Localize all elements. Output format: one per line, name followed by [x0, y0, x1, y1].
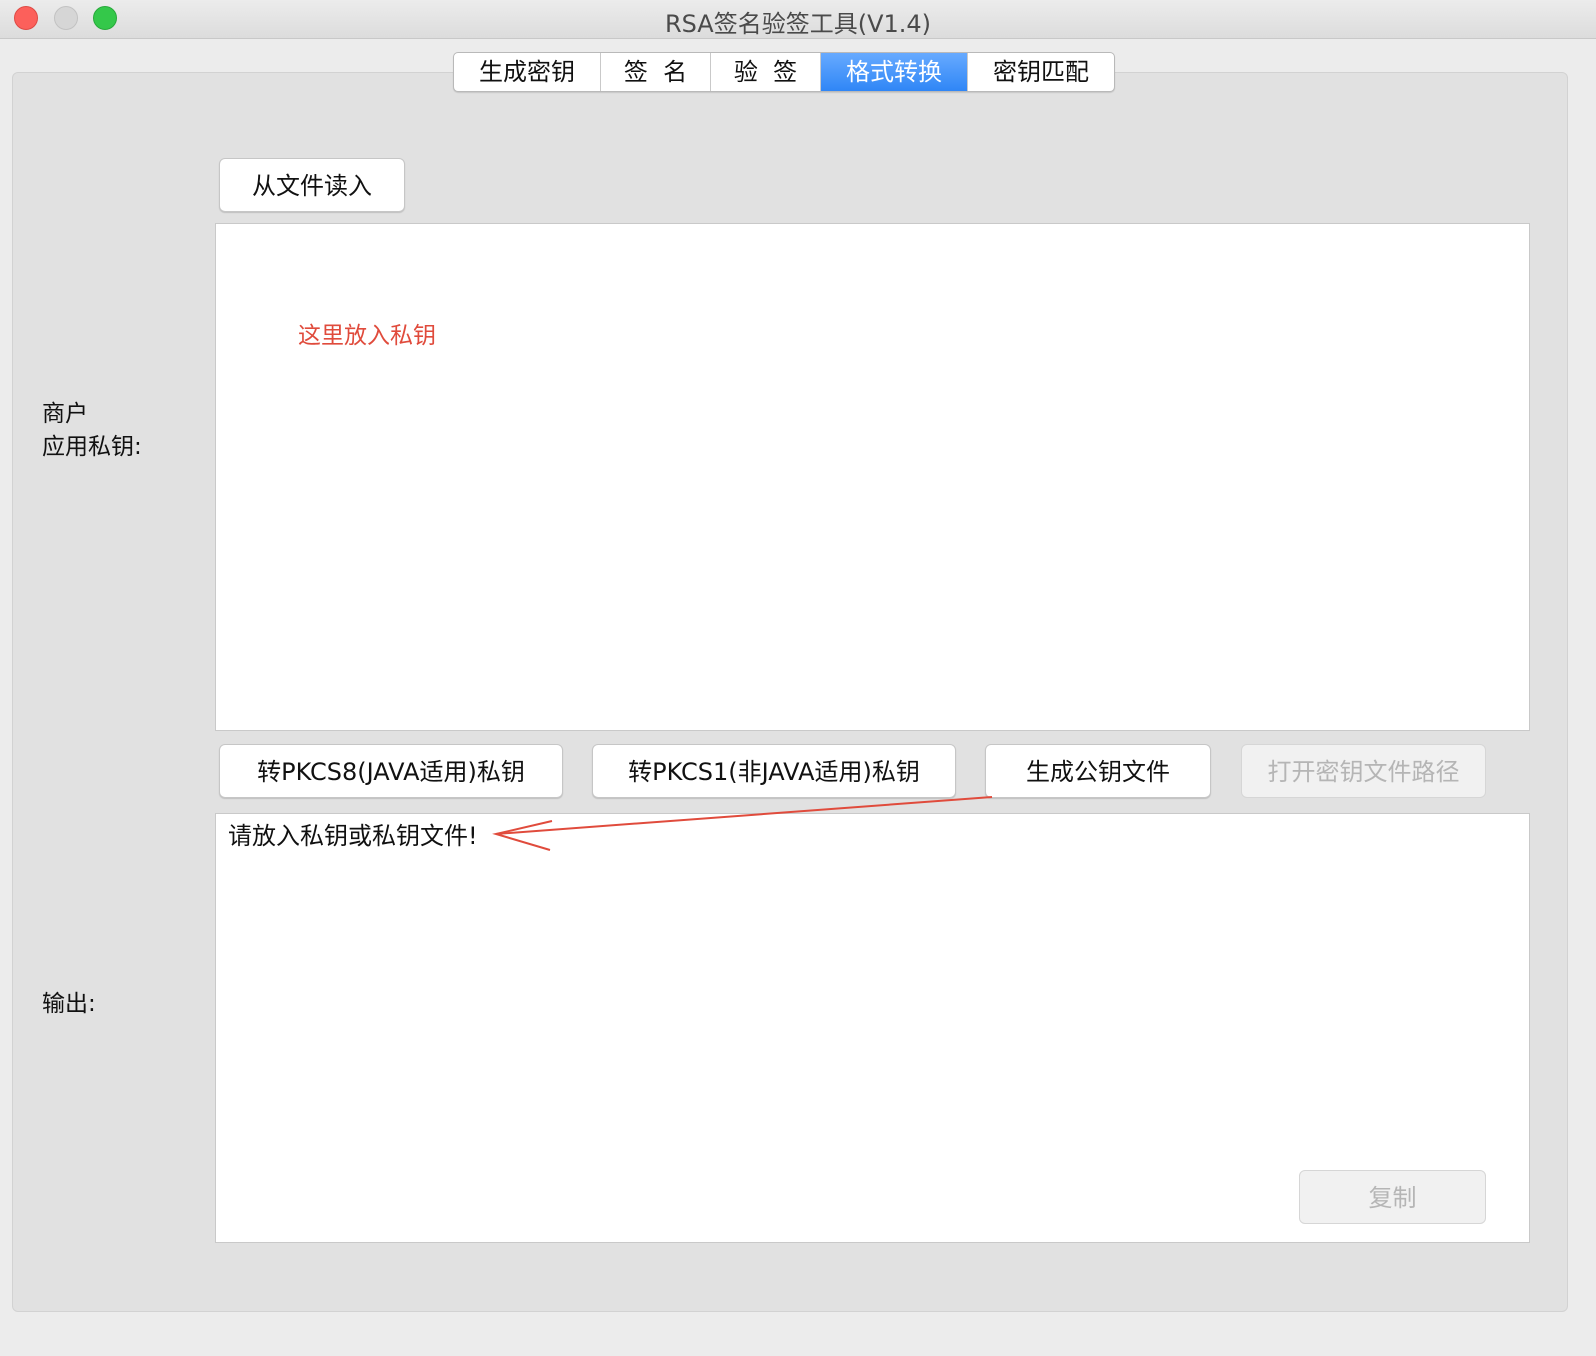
- window-title: RSA签名验签工具(V1.4): [664, 10, 932, 38]
- private-key-label-line2: 应用私钥:: [42, 434, 142, 460]
- tab-generate-key[interactable]: 生成密钥: [454, 53, 601, 91]
- open-key-path-button[interactable]: 打开密钥文件路径: [1241, 744, 1486, 798]
- tab-bar: 生成密钥 签 名 验 签 格式转换 密钥匹配: [453, 52, 1115, 92]
- tab-key-match[interactable]: 密钥匹配: [968, 53, 1114, 91]
- output-text: 请放入私钥或私钥文件!: [228, 822, 478, 850]
- convert-pkcs1-button[interactable]: 转PKCS1(非JAVA适用)私钥: [592, 744, 956, 798]
- private-key-label: 商户 应用私钥:: [42, 398, 142, 464]
- generate-public-key-button[interactable]: 生成公钥文件: [985, 744, 1211, 798]
- private-key-annotation: 这里放入私钥: [298, 323, 436, 349]
- private-key-input[interactable]: [215, 223, 1530, 731]
- convert-pkcs8-button[interactable]: 转PKCS8(JAVA适用)私钥: [219, 744, 563, 798]
- tab-verify[interactable]: 验 签: [711, 53, 821, 91]
- output-label: 输出:: [42, 991, 96, 1017]
- tab-sign[interactable]: 签 名: [601, 53, 711, 91]
- read-from-file-button[interactable]: 从文件读入: [219, 158, 405, 212]
- title-bar: RSA签名验签工具(V1.4): [0, 0, 1596, 39]
- copy-button[interactable]: 复制: [1299, 1170, 1486, 1224]
- private-key-label-line1: 商户: [42, 401, 88, 427]
- tab-format-convert[interactable]: 格式转换: [821, 53, 968, 91]
